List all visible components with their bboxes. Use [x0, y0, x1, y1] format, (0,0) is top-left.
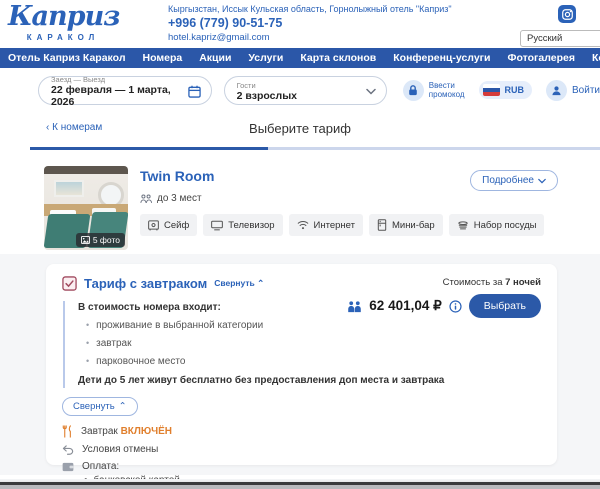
select-tariff-button[interactable]: Выбрать — [469, 294, 541, 318]
breakfast-row: Завтрак ВКЛЮЧЁН — [62, 425, 541, 438]
minibar-icon — [377, 219, 387, 231]
logo-subtitle: КАРАКОЛ — [8, 33, 118, 42]
chevron-down-icon — [366, 88, 376, 95]
language-select[interactable]: Русский — [520, 30, 600, 47]
hotel-phone[interactable]: +996 (779) 90-51-75 — [168, 16, 452, 30]
amenity-tv: Телевизор — [203, 214, 282, 236]
hotel-email[interactable]: hotel.kapriz@gmail.com — [168, 32, 452, 43]
dates-field[interactable]: Заезд — Выезд 22 февраля — 1 марта, 2026 — [38, 76, 212, 105]
nav-item-conference[interactable]: Конференц-услуги — [393, 52, 490, 64]
chevron-down-icon — [538, 178, 546, 184]
nav-item-gallery[interactable]: Фотогалерея — [507, 52, 575, 64]
room-photo[interactable]: 5 фото — [44, 166, 128, 250]
chevron-left-icon: ‹ — [46, 122, 49, 133]
cutlery-icon — [62, 425, 73, 438]
hotel-address: Кыргызстан, Иссык Кульская область, Горн… — [168, 4, 452, 14]
list-item: парковочное место — [86, 356, 453, 367]
nav-item-slopes-map[interactable]: Карта склонов — [300, 52, 376, 64]
amenities-list: Сейф Телевизор Интернет Мини-бар Набор п… — [140, 214, 560, 236]
guests-value: 2 взрослых — [237, 90, 366, 102]
guests-icon — [140, 194, 152, 204]
breakfast-label: Завтрак — [81, 426, 118, 437]
room-details-button[interactable]: Подробнее — [470, 170, 558, 191]
promo-code-button[interactable]: Ввести промокод — [403, 80, 465, 101]
nav-item-promos[interactable]: Акции — [199, 52, 231, 64]
nav-item-rooms[interactable]: Номера — [142, 52, 182, 64]
guests-field[interactable]: Гости 2 взрослых — [224, 76, 387, 105]
cancellation-label[interactable]: Условия отмены — [82, 444, 158, 455]
step-header: ‹ К номерам Выберите тариф — [0, 112, 600, 147]
two-guests-icon — [347, 300, 362, 313]
list-item: завтрак — [86, 338, 453, 349]
wallet-icon — [62, 462, 74, 472]
image-icon — [81, 236, 90, 244]
breakfast-status: ВКЛЮЧЁН — [121, 426, 172, 437]
calendar-icon — [188, 85, 201, 98]
lock-icon — [403, 80, 424, 101]
tariff-card: Тариф с завтраком Свернуть ⌃ Стоимость з… — [46, 264, 557, 465]
wifi-icon — [297, 220, 309, 230]
amenity-dishes: Набор посуды — [449, 214, 545, 236]
payment-label: Оплата: — [82, 461, 119, 472]
logo-title: Каприз — [8, 2, 118, 32]
dishes-icon — [457, 220, 469, 231]
nav-item-services[interactable]: Услуги — [248, 52, 283, 64]
amenity-safe: Сейф — [140, 214, 197, 236]
site-header: Каприз КАРАКОЛ Кыргызстан, Иссык Кульска… — [0, 0, 600, 48]
tv-icon — [211, 220, 223, 231]
hotel-logo[interactable]: Каприз КАРАКОЛ — [8, 2, 118, 42]
price-caption: Стоимость за 7 ночей — [443, 277, 541, 288]
currency-code: RUB — [505, 85, 525, 95]
dates-value: 22 февраля — 1 марта, 2026 — [51, 84, 188, 108]
window-bottom-edge — [0, 479, 600, 489]
user-icon — [546, 80, 567, 101]
room-card: 5 фото Twin Room до 3 мест Сейф Телевизо… — [0, 150, 600, 254]
photos-badge[interactable]: 5 фото — [76, 233, 125, 247]
nav-item-hotel[interactable]: Отель Каприз Каракол — [8, 52, 125, 64]
currency-selector[interactable]: RUB — [479, 81, 533, 99]
main-nav: Отель Каприз Каракол Номера Акции Услуги… — [0, 48, 600, 68]
room-capacity: до 3 мест — [140, 193, 560, 204]
amenity-minibar: Мини-бар — [369, 214, 443, 236]
tariff-collapse-link[interactable]: Свернуть ⌃ — [214, 278, 264, 289]
safe-icon — [148, 220, 159, 231]
login-label: Войти — [572, 85, 600, 96]
tariff-price: 62 401,04 ₽ — [369, 298, 441, 314]
booking-bar: Заезд — Выезд 22 февраля — 1 марта, 2026… — [0, 68, 600, 112]
undo-arrow-icon — [62, 445, 74, 455]
includes-list: проживание в выбранной категории завтрак… — [86, 320, 453, 367]
tariff-name: Тариф с завтраком — [84, 276, 207, 291]
dates-label: Заезд — Выезд — [51, 76, 188, 84]
price-row: 62 401,04 ₽ Выбрать — [347, 294, 541, 318]
list-item: проживание в выбранной категории — [86, 320, 453, 331]
promo-code-label: Ввести промокод — [429, 81, 465, 99]
back-to-rooms-link[interactable]: ‹ К номерам — [46, 122, 102, 133]
tariff-section: Тариф с завтраком Свернуть ⌃ Стоимость з… — [0, 254, 600, 475]
tariff-checkbox-icon — [62, 276, 77, 291]
guests-label: Гости — [237, 82, 366, 90]
header-contacts: Кыргызстан, Иссык Кульская область, Горн… — [168, 4, 452, 43]
collapse-details-button[interactable]: Свернуть ⌃ — [62, 397, 138, 416]
info-icon[interactable] — [449, 300, 462, 313]
login-button[interactable]: Войти — [546, 80, 600, 101]
payment-row: Оплата: — [62, 461, 541, 472]
cancellation-row: Условия отмены — [62, 444, 541, 455]
instagram-icon[interactable] — [558, 5, 576, 23]
amenity-internet: Интернет — [289, 214, 363, 236]
children-note: Дети до 5 лет живут бесплатно без предос… — [78, 375, 453, 386]
russia-flag-icon — [483, 84, 500, 96]
nav-item-contacts[interactable]: Контакты — [592, 52, 600, 64]
